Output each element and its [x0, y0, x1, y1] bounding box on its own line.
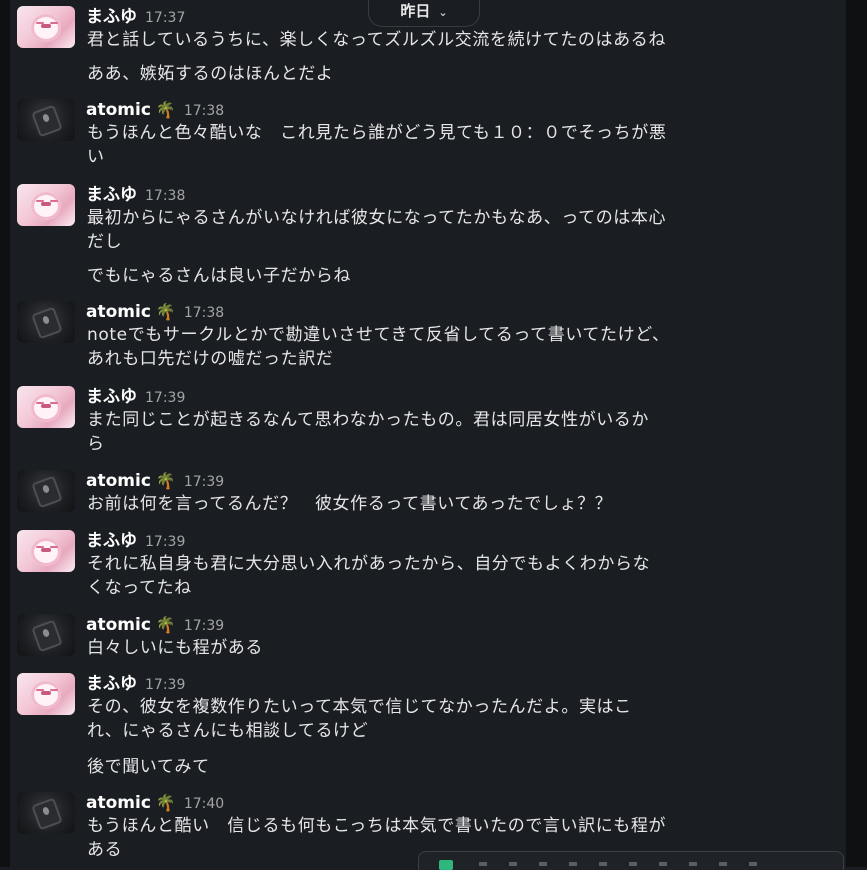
user-name[interactable]: atomic [86, 793, 151, 813]
message-text: くなってたね [87, 578, 192, 598]
palm-tree-icon: 🌴 [155, 793, 176, 812]
message-text: 君と話しているうちに、楽しくなってズルズル交流を続けてたのはあるね [87, 30, 666, 50]
avatar[interactable] [17, 184, 75, 226]
timestamp[interactable]: 17:38 [184, 305, 224, 321]
left-edge [0, 0, 10, 867]
timestamp[interactable]: 17:38 [184, 103, 224, 119]
message-text: でもにゃるさんは良い子だからね [87, 266, 351, 286]
timestamp[interactable]: 17:39 [145, 534, 185, 550]
timestamp[interactable]: 17:39 [184, 474, 224, 490]
avatar[interactable] [17, 673, 75, 715]
message-text: noteでもサークルとかで勘違いさせてきて反省してるって書いてたけど、 [87, 325, 670, 345]
date-divider-button[interactable]: 昨日 ⌄ [368, 0, 480, 27]
message-text: だし [87, 232, 123, 252]
chevron-down-icon: ⌄ [438, 6, 448, 19]
message-text: い [87, 147, 105, 167]
user-name[interactable]: atomic [86, 100, 151, 120]
message-header: まふゆ 17:38 [86, 184, 185, 206]
message-text: もうほんと酷い 信じるも何もこっちは本気で書いたので言い訳にも程が [87, 816, 667, 836]
palm-tree-icon: 🌴 [155, 302, 176, 321]
user-name[interactable]: まふゆ [86, 185, 137, 205]
message-text: ある [87, 840, 123, 860]
message-header: atomic 🌴 17:39 [86, 470, 224, 492]
user-name[interactable]: atomic [86, 302, 151, 322]
palm-tree-icon: 🌴 [155, 615, 176, 634]
message-header: まふゆ 17:39 [86, 673, 185, 695]
message-text: 後で聞いてみて [87, 757, 210, 777]
user-name[interactable]: atomic [86, 615, 151, 635]
message-header: atomic 🌴 17:40 [86, 792, 224, 814]
composer-icon[interactable] [439, 860, 453, 870]
timestamp[interactable]: 17:39 [145, 677, 185, 693]
message-text: ら [87, 434, 105, 454]
timestamp[interactable]: 17:40 [184, 796, 224, 812]
avatar[interactable] [17, 301, 75, 343]
avatar[interactable] [17, 470, 75, 512]
palm-tree-icon: 🌴 [155, 471, 176, 490]
composer-toolbar [479, 862, 779, 866]
timestamp[interactable]: 17:38 [145, 188, 185, 204]
palm-tree-icon: 🌴 [155, 100, 176, 119]
message-composer[interactable] [418, 851, 844, 870]
user-name[interactable]: まふゆ [86, 531, 137, 551]
message-header: まふゆ 17:39 [86, 530, 185, 552]
message-text: ああ、嫉妬するのはほんとだよ [87, 64, 334, 84]
message-text: 最初からにゃるさんがいなければ彼女になってたかもなあ、ってのは本心 [87, 208, 667, 228]
message-text: もうほんと色々酷いな これ見たら誰がどう見ても１０：０でそっちが悪 [87, 123, 667, 143]
user-name[interactable]: まふゆ [86, 7, 137, 27]
message-header: atomic 🌴 17:38 [86, 301, 224, 323]
message-text: また同じことが起きるなんて思わなかったもの。君は同居女性がいるか [87, 410, 650, 430]
message-text: れ、にゃるさんにも相談してるけど [87, 721, 369, 741]
avatar[interactable] [17, 386, 75, 428]
message-header: まふゆ 17:39 [86, 386, 185, 408]
message-text: それに私自身も君に大分思い入れがあったから、自分でもよくわからな [87, 554, 651, 574]
avatar[interactable] [17, 792, 75, 834]
user-name[interactable]: atomic [86, 471, 151, 491]
date-divider-label: 昨日 [400, 2, 431, 20]
message-text: あれも口先だけの嘘だった訳だ [87, 349, 334, 369]
message-header: まふゆ 17:37 [86, 6, 185, 28]
avatar[interactable] [17, 99, 75, 141]
scrollbar-track[interactable] [846, 0, 867, 867]
avatar[interactable] [17, 6, 75, 48]
user-name[interactable]: まふゆ [86, 387, 137, 407]
avatar[interactable] [17, 614, 75, 656]
timestamp[interactable]: 17:39 [145, 390, 185, 406]
message-text: 白々しいにも程がある [87, 638, 263, 658]
message-text: その、彼女を複数作りたいって本気で信じてなかったんだよ。実はこ [87, 697, 632, 717]
message-header: atomic 🌴 17:38 [86, 99, 224, 121]
avatar[interactable] [17, 530, 75, 572]
message-header: atomic 🌴 17:39 [86, 614, 224, 636]
user-name[interactable]: まふゆ [86, 674, 137, 694]
timestamp[interactable]: 17:37 [145, 10, 185, 26]
timestamp[interactable]: 17:39 [184, 618, 224, 634]
message-text: お前は何を言ってるんだ？ 彼女作るって書いてあったでしょ？？ [87, 494, 613, 514]
